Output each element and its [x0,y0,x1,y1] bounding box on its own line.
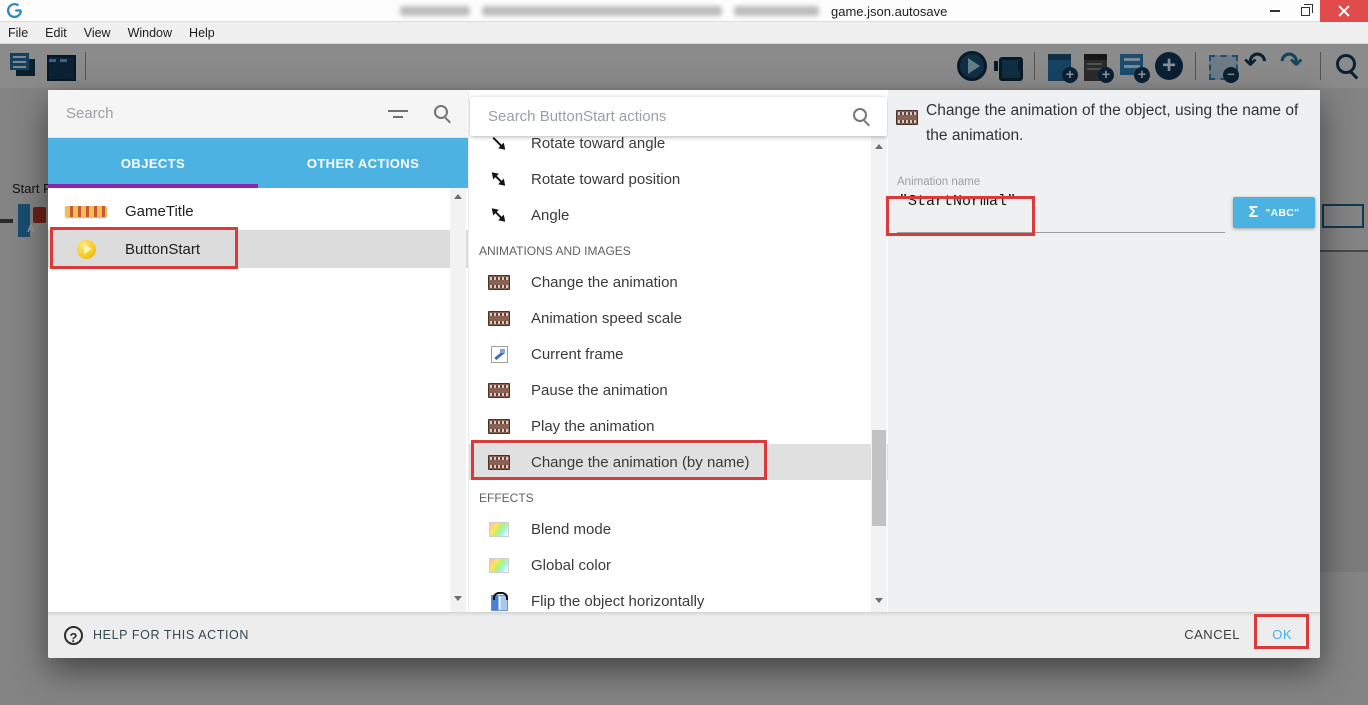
scroll-down-icon[interactable] [454,596,462,601]
action-label: Angle [531,207,569,224]
action-item-change-the-animation[interactable]: Change the animation [469,264,888,300]
action-item-play-the-animation[interactable]: Play the animation [469,408,888,444]
action-item-rotate-toward-position[interactable]: Rotate toward position [469,161,888,197]
action-label: Rotate toward position [531,171,680,188]
menu-help: Help [189,26,215,40]
actions-search-bar [470,97,887,136]
color-gradient-icon [489,522,509,537]
menu-edit: Edit [45,26,67,40]
window-title-area: game.json.autosave [400,3,947,19]
action-label: Pause the animation [531,382,668,399]
action-detail-panel: Change the animation of the object, usin… [888,90,1320,612]
objects-search-bar [48,90,468,138]
film-strip-icon [488,383,510,398]
annotation-box-buttonstart [50,227,238,269]
scroll-up-icon[interactable] [875,144,883,149]
expression-button-label: "ABC" [1265,207,1299,219]
action-item-current-frame[interactable]: Current frame [469,336,888,372]
question-mark-icon: ? [64,626,83,645]
action-label: EFFECTS [479,491,534,505]
film-strip-icon [488,275,510,290]
action-item-blend-mode[interactable]: Blend mode [469,511,888,547]
actions-panel: Rotate toward angle Rotate toward positi… [468,90,888,612]
action-label: Current frame [531,346,624,363]
actions-list: Rotate toward angle Rotate toward positi… [469,125,888,612]
action-item-flip-the-object-horizontally[interactable]: Flip the object horizontally [469,583,888,612]
annotation-box-change-animation-by-name [471,440,767,480]
minimize-icon [1270,10,1280,12]
action-item-global-color[interactable]: Global color [469,547,888,583]
color-gradient-icon [489,558,509,573]
film-strip-icon [896,110,918,125]
film-strip-icon [488,311,510,326]
scroll-down-icon[interactable] [875,598,883,603]
current-frame-icon [491,346,508,363]
titlebar: game.json.autosave [0,0,1368,22]
action-section-effects: EFFECTS [469,480,888,511]
redacted-path-blur [482,6,722,16]
action-section-animations-and-images: ANIMATIONS AND IMAGES [469,233,888,264]
annotation-box-ok [1254,614,1309,649]
tab-objects[interactable]: OBJECTS [48,138,258,188]
action-label: ANIMATIONS AND IMAGES [479,244,631,258]
help-button[interactable]: ? HELP FOR THIS ACTION [64,612,249,658]
dialog-footer: ? HELP FOR THIS ACTION CANCEL OK [48,612,1320,658]
window-controls [1260,0,1368,22]
minimize-button[interactable] [1260,0,1290,22]
actions-scrollbar[interactable] [871,136,887,612]
cancel-button[interactable]: CANCEL [1184,627,1240,642]
close-button[interactable] [1320,0,1368,22]
action-item-animation-speed-scale[interactable]: Animation speed scale [469,300,888,336]
filter-icon[interactable] [387,107,409,121]
flip-horizontal-icon [491,595,508,611]
film-strip-icon [488,419,510,434]
annotation-box-animation-name-value [886,196,1035,236]
actions-search-input[interactable] [486,107,852,126]
objects-scrollbar[interactable] [450,188,466,612]
action-description: Change the animation of the object, usin… [926,98,1318,148]
action-description-row: Change the animation of the object, usin… [888,98,1320,148]
search-icon [433,104,452,123]
action-label: Rotate toward angle [531,135,665,152]
instruction-editor-dialog: OBJECTSOTHER ACTIONS GameTitle ButtonSta… [48,90,1320,658]
tab-other-actions[interactable]: OTHER ACTIONS [258,138,468,188]
action-label: Animation speed scale [531,310,682,327]
search-icon [852,107,871,126]
action-item-pause-the-animation[interactable]: Pause the animation [469,372,888,408]
scrollbar-thumb[interactable] [872,430,886,526]
menu-view: View [84,26,111,40]
restore-icon [1301,7,1310,16]
objects-tabbar: OBJECTSOTHER ACTIONS [48,138,468,188]
objects-panel: OBJECTSOTHER ACTIONS GameTitle ButtonSta… [48,90,468,612]
scroll-up-icon[interactable] [454,194,462,199]
help-label: HELP FOR THIS ACTION [93,628,249,642]
menu-window: Window [128,26,172,40]
action-label: Change the animation [531,274,678,291]
redacted-path-blur [734,6,819,16]
gametitle-thumbnail-icon [65,206,107,217]
menubar: File Edit View Window Help [0,22,1368,44]
action-label: Flip the object horizontally [531,593,704,610]
sigma-icon: Σ [1249,204,1259,222]
expression-editor-button[interactable]: Σ "ABC" [1233,197,1315,228]
gdevelop-window: game.json.autosave File Edit View Window Hel… [0,0,1368,705]
redacted-path-blur [400,6,470,16]
action-label: Play the animation [531,418,654,435]
action-item-angle[interactable]: Angle [469,197,888,233]
window-title: game.json.autosave [831,4,947,19]
animation-name-label: Animation name [897,176,980,188]
object-label: GameTitle [125,203,194,220]
object-item-gametitle[interactable]: GameTitle [48,192,468,230]
action-label: Global color [531,557,611,574]
action-label: Blend mode [531,521,611,538]
objects-search-input[interactable] [64,104,387,123]
restore-button[interactable] [1290,0,1320,22]
menu-file: File [8,26,28,40]
gdevelop-logo-icon [6,2,23,19]
